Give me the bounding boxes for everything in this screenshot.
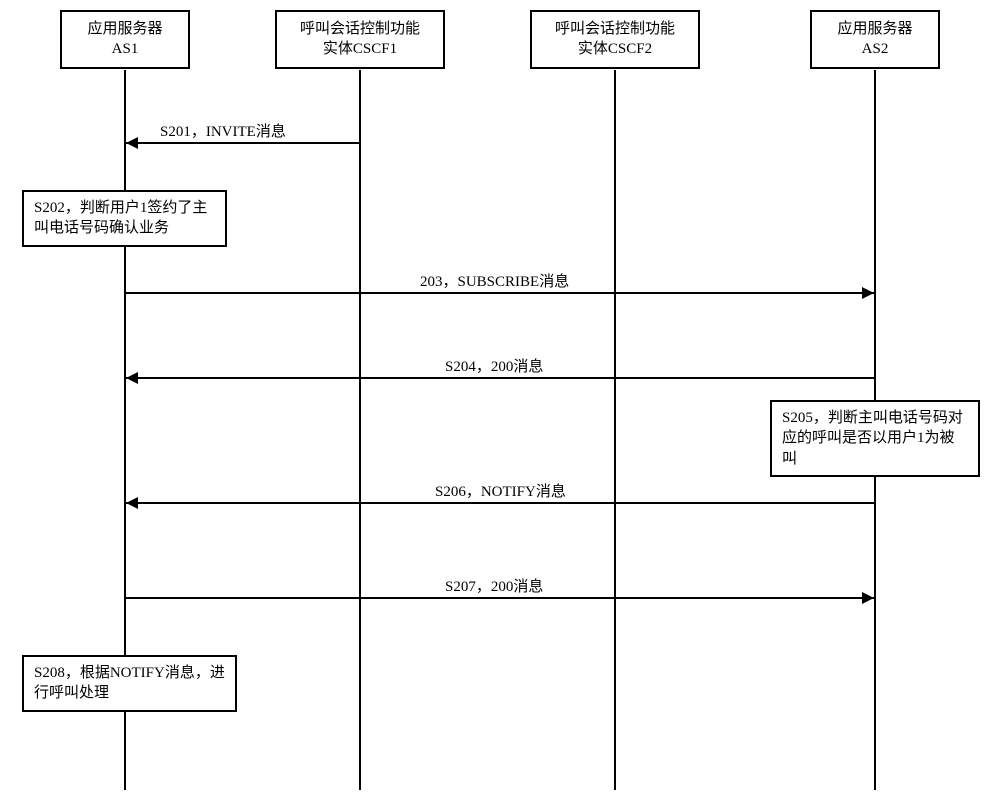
message-s201-label: S201，INVITE消息 (160, 120, 286, 141)
message-s203-arrowhead (862, 287, 874, 299)
lifeline-cscf1-line (359, 70, 361, 790)
message-s204-line (126, 377, 874, 379)
participant-cscf2: 呼叫会话控制功能 实体CSCF2 (530, 10, 700, 69)
message-s203-line (126, 292, 874, 294)
message-s207-arrowhead (862, 592, 874, 604)
process-s205: S205，判断主叫电话号码对应的呼叫是否以用户1为被叫 (770, 400, 980, 477)
lifeline-cscf2-line (614, 70, 616, 790)
participant-cscf2-line1: 呼叫会话控制功能 (544, 20, 686, 40)
participant-as2-line1: 应用服务器 (824, 20, 926, 40)
message-s204-arrowhead (126, 372, 138, 384)
message-s201-arrowhead (126, 137, 138, 149)
process-s202: S202，判断用户1签约了主叫电话号码确认业务 (22, 190, 227, 247)
message-s206-label: S206，NOTIFY消息 (435, 480, 566, 501)
message-s204-label: S204，200消息 (445, 355, 543, 376)
participant-as1-line2: AS1 (74, 40, 176, 60)
participant-cscf1-line1: 呼叫会话控制功能 (289, 20, 431, 40)
message-s206-line (126, 502, 874, 504)
participant-as2: 应用服务器 AS2 (810, 10, 940, 69)
participant-as2-line2: AS2 (824, 40, 926, 60)
process-s208: S208，根据NOTIFY消息，进行呼叫处理 (22, 655, 237, 712)
message-s201-line (126, 142, 360, 144)
message-s203-label: 203，SUBSCRIBE消息 (420, 270, 569, 291)
participant-as1: 应用服务器 AS1 (60, 10, 190, 69)
message-s207-line (126, 597, 874, 599)
participant-cscf1: 呼叫会话控制功能 实体CSCF1 (275, 10, 445, 69)
message-s206-arrowhead (126, 497, 138, 509)
participant-cscf1-line2: 实体CSCF1 (289, 40, 431, 60)
participant-cscf2-line2: 实体CSCF2 (544, 40, 686, 60)
message-s207-label: S207，200消息 (445, 575, 543, 596)
participant-as1-line1: 应用服务器 (74, 20, 176, 40)
